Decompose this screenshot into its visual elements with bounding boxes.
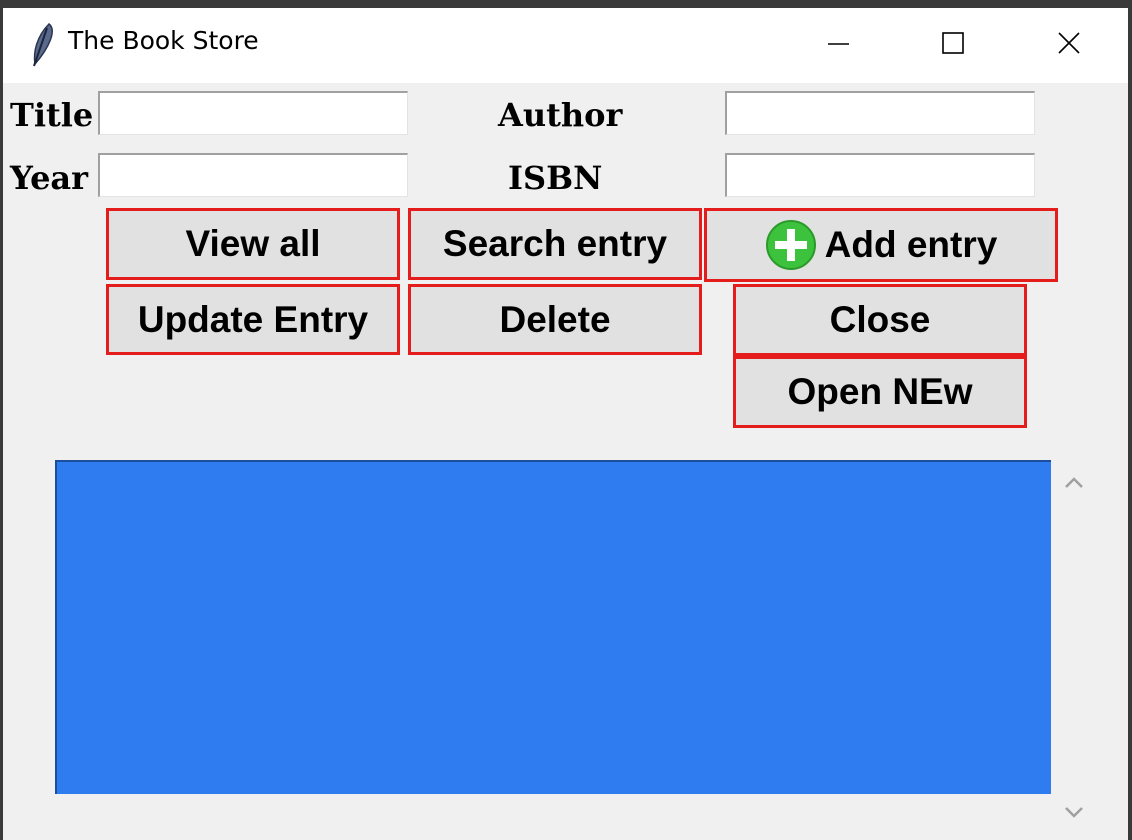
add-entry-button[interactable]: Add entry [704,208,1058,282]
desktop-background: The Book Store Title Author Year ISBN Vi… [0,0,1132,840]
author-input[interactable] [725,91,1035,135]
close-button[interactable]: Close [733,284,1027,356]
year-label: Year [10,159,89,197]
year-input[interactable] [98,153,408,197]
minimize-button[interactable] [783,8,893,80]
window-title: The Book Store [68,26,259,55]
scroll-up-button[interactable] [1053,460,1095,500]
chevron-down-icon [1065,807,1083,818]
open-new-button[interactable]: Open NEw [733,356,1027,428]
isbn-label: ISBN [508,159,603,197]
chevron-up-icon [1065,477,1083,488]
maximize-button[interactable] [897,8,1007,80]
title-input[interactable] [98,91,408,135]
search-entry-button[interactable]: Search entry [408,208,702,280]
close-window-button[interactable] [1013,8,1123,80]
update-entry-button[interactable]: Update Entry [106,284,400,355]
listbox-scrollbar[interactable] [1053,460,1095,840]
maximize-icon [942,32,964,54]
delete-button[interactable]: Delete [408,284,702,355]
plus-icon [765,219,817,271]
app-window: The Book Store Title Author Year ISBN Vi… [3,8,1128,840]
view-all-button[interactable]: View all [106,208,400,280]
isbn-input[interactable] [725,153,1035,197]
title-label: Title [10,96,94,134]
minimize-icon [828,43,849,45]
scroll-down-button[interactable] [1053,792,1095,832]
results-listbox[interactable] [55,460,1051,794]
close-icon [1058,32,1080,54]
add-entry-label: Add entry [824,224,998,265]
title-bar[interactable]: The Book Store [3,8,1128,83]
author-label: Author [498,96,623,134]
feather-icon [27,22,57,68]
